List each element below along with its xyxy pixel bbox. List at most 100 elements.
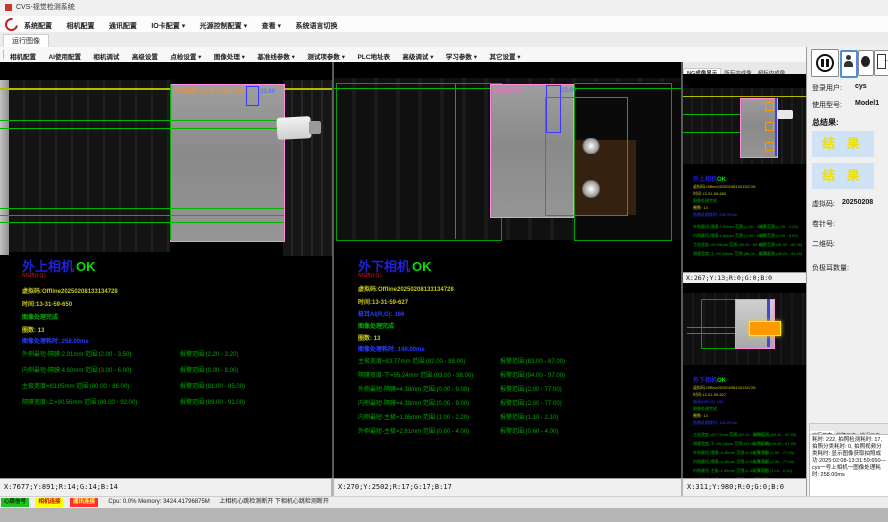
virtual-code-value: 20250208	[842, 199, 873, 206]
camera-view-upper[interactable]: 浮高阈值:93, 暗点阈值:100 23.68 外上相机OK NG统计(1) 虚…	[0, 62, 332, 478]
thumb-ng-box	[765, 102, 774, 111]
tab-count-label: 负极耳数量:	[812, 263, 849, 273]
alarm-range: 报警范围:(2.00 - 77.00)	[753, 459, 794, 464]
machine-edge-strip	[0, 80, 9, 255]
alarm-range: 报警范围:(89.00 - 91.00)	[180, 400, 245, 406]
thumb-green-line	[687, 333, 737, 334]
exit-button[interactable]: →	[874, 50, 888, 76]
menu-items: 系统配置 相机配置 通讯配置 IO卡配置 ▾ 光源控制配置 ▾ 查看 ▾ 系统语…	[24, 16, 348, 32]
thumb-done-line: 图像处理完成	[693, 198, 717, 204]
thumb-measure-row: 内侧最短-主极=1.95mm 范围:(1.00 - 2.20)报警范围:(1.1…	[693, 468, 792, 474]
control-sidebar: → 登录用户: cys 使用型号: Model1 总结果: 结 果 结 果 虚拟…	[806, 47, 888, 496]
measure-value: 主极宽度=83.05mm 范围:(80.00 - 86.00)	[693, 242, 759, 248]
measure-line	[0, 128, 284, 129]
thumb-connector	[777, 110, 793, 119]
device-icon	[861, 56, 870, 67]
thumb-green-line	[683, 132, 743, 133]
measure-vline	[455, 83, 456, 239]
toolbar-items: 相机配置 AI使用配置 相机调试 高级设置 点检设置 ▾ 图像处理 ▾ 基准线参…	[10, 47, 529, 62]
alarm-range: 报警范围:(94.00 - 97.00)	[500, 373, 565, 379]
measure-value: 内侧最短-主极=1.95mm 范围:(1.00 - 2.20)	[693, 468, 753, 474]
thumb-turns-line: 圈数: 13	[693, 413, 708, 419]
measure-value: 主极宽度=83.05mm 范围:(80.00 - 86.00)	[22, 381, 180, 390]
camera-heartbeat-status: 上相机心跳检测断开 下相机心跳检测断开	[219, 499, 329, 505]
time-line: 时间:13-31-59-650	[22, 299, 72, 308]
roi-box-left	[336, 83, 502, 241]
login-user-label: 登录用户:	[812, 83, 842, 93]
done-line: 图像处理完成	[22, 312, 58, 321]
total-result-label: 总结果:	[812, 117, 839, 128]
elapsed-line: 图像处理耗时: 258.00ms	[22, 336, 89, 345]
cell-edge-line	[170, 84, 171, 240]
window-title: CVS-视觉检测系统	[16, 4, 75, 11]
threshold-overlay-label: 浮高阈值:93, 暗点阈值:100	[173, 86, 244, 95]
camera-name: 外下相机	[693, 378, 717, 384]
measure-row: 隔膜宽度-上=90.56mm 范围:(88.00 - 92.00)报警范围:(8…	[22, 397, 245, 406]
ai-tab-line: 极耳AI(R,G): 166	[358, 309, 404, 318]
done-line: 图像处理完成	[358, 321, 394, 330]
virtual-code-line: 虚拟码:Offline20250208133134728	[358, 284, 454, 293]
alarm-range: 报警范围:(1.10 - 2.10)	[500, 415, 558, 421]
camera-status: OK	[412, 259, 432, 274]
time-line: 时间:13-31-59-627	[358, 297, 408, 306]
measure-line	[0, 208, 284, 209]
measure-value: 隔膜宽度-上=90.56mm 范围:(88.00 - 92.00)	[693, 251, 759, 257]
log-output[interactable]: 耗时: 222, 拍照检测耗时: 17, 拍照分类耗时: 0, 拍照视频分类耗时…	[809, 434, 888, 498]
measure-value: 内侧最短-隔膜:4.60mm 范围:(3.00 - 6.00)	[693, 233, 759, 239]
measure-row: 外侧最短-隔膜:2.91mm 范围:(2.00 - 3.50)报警范围:(2.2…	[22, 349, 238, 358]
toolbar: 相机配置 AI使用配置 相机调试 高级设置 点检设置 ▾ 图像处理 ▾ 基准线参…	[0, 47, 806, 63]
measure-value: 内侧最短-隔膜=4.38mm 范围:(0.00 - 9.00)	[693, 459, 753, 465]
measure-value: 外侧最短-隔膜:2.91mm 范围:(2.00 - 3.50)	[22, 349, 180, 358]
ai-region-label: AI检测区域	[492, 86, 522, 95]
thumb-time-line: 时间:13-31-59-650	[693, 191, 726, 197]
thumb-measure-row: 内侧最短-隔膜=4.38mm 范围:(0.00 - 9.00)报警范围:(2.0…	[693, 459, 794, 465]
alarm-range: 报警范围:(94.00 - 97.00)	[753, 441, 796, 446]
thumbnail-lower-camera[interactable]: 外下相机OK 虚拟码:Offline20250208133134728 时间:1…	[683, 283, 806, 496]
comm-link-badge: 通讯连接	[70, 498, 98, 507]
thumbnail-upper-camera[interactable]: 外上相机OK 虚拟码:Offline20250208133134728 时间:1…	[683, 74, 806, 272]
measure-value: 外侧最短-隔膜=4.38mm 范围:(0.00 - 9.00)	[693, 450, 753, 456]
toolbar-grip-icon	[3, 50, 7, 59]
measure-row: 主极宽度=83.05mm 范围:(80.00 - 86.00)报警范围:(81.…	[22, 381, 245, 390]
measure-value: 外侧最短-隔膜=4.38mm 范围:(0.00 - 9.00)	[358, 384, 500, 393]
coords-bar-mid: X:270;Y:2502;R:17;G:17;B:17	[334, 478, 681, 496]
thumb-result-title: 外下相机OK	[693, 375, 726, 384]
thumb-measure-row: 主极宽度=83.77mm 范围:(82.00 - 88.00)报警范围:(83.…	[693, 432, 796, 438]
menu-bar: 系统配置 相机配置 通讯配置 IO卡配置 ▾ 光源控制配置 ▾ 查看 ▾ 系统语…	[0, 16, 888, 33]
measure-value: 隔膜宽度-下=95.24mm 范围:(93.00 - 98.00)	[693, 441, 753, 447]
thumb-ai-line: 极耳AI(R,G): 166	[693, 399, 723, 405]
alarm-range: 报警范围:(83.00 - 87.00)	[500, 359, 565, 365]
measure-value: 主极宽度=83.77mm 范围:(82.00 - 88.00)	[693, 432, 753, 438]
thumbnail-panel: NG成像显示所有内成像超标内成像 外上相机OK 虚拟码:Offline20250…	[683, 62, 806, 496]
tab-run-image[interactable]: 运行图像	[3, 34, 49, 48]
thumb-measure-row: 外侧最短-隔膜=4.38mm 范围:(0.00 - 9.00)报警范围:(2.0…	[693, 450, 794, 456]
measure-value: 外侧最短-隔膜:2.91mm 范围:(2.00 - 3.50)	[693, 224, 759, 230]
result-display-lower: 结 果	[812, 163, 874, 189]
camera-view-lower[interactable]: AI检测区域 23.69 外下相机OK NG统计(1) 虚拟码:Offline2…	[334, 62, 681, 478]
thumb-ng-box	[765, 142, 774, 151]
device-button[interactable]	[858, 50, 874, 76]
cell-region-box	[170, 84, 285, 242]
heartbeat-badge: 心跳信号	[1, 498, 29, 507]
virtual-code-line: 虚拟码:Offline20250208133134728	[22, 286, 118, 295]
ai-detect-box	[246, 86, 259, 106]
tab-connector-tip	[309, 121, 321, 134]
alarm-range: 报警范围:(81.00 - 85.00)	[180, 384, 245, 390]
turns-line: 圈数: 13	[358, 333, 380, 342]
thumb-green-line	[683, 114, 743, 115]
pause-button[interactable]	[811, 49, 839, 77]
user-login-button[interactable]	[840, 50, 858, 78]
app-icon	[5, 4, 12, 11]
brand-logo-icon	[2, 15, 20, 33]
measure-value: 外侧最短-主极=2.61mm 范围:(0.60 - 4.00)	[358, 426, 500, 435]
ai-score-label: 23.69	[561, 88, 576, 94]
measure-row: 内侧最短-主极=1.95mm 范围:(1.00 - 2.20)报警范围:(1.1…	[358, 412, 558, 421]
thumb-yellow-line	[683, 96, 806, 97]
camera-name: 外上相机	[693, 177, 717, 183]
needle-number-label: 卷针号:	[812, 219, 835, 229]
measure-row: 外侧最短-隔膜=4.38mm 范围:(0.00 - 9.00)报警范围:(2.0…	[358, 384, 562, 393]
thumb-done-line: 图像处理完成	[693, 406, 717, 412]
alarm-range: 报警范围:(2.00 - 77.00)	[753, 450, 794, 455]
machine-texture-left	[9, 80, 170, 252]
alarm-range: 报警范围:(81.00 - 85.00)	[759, 242, 802, 247]
